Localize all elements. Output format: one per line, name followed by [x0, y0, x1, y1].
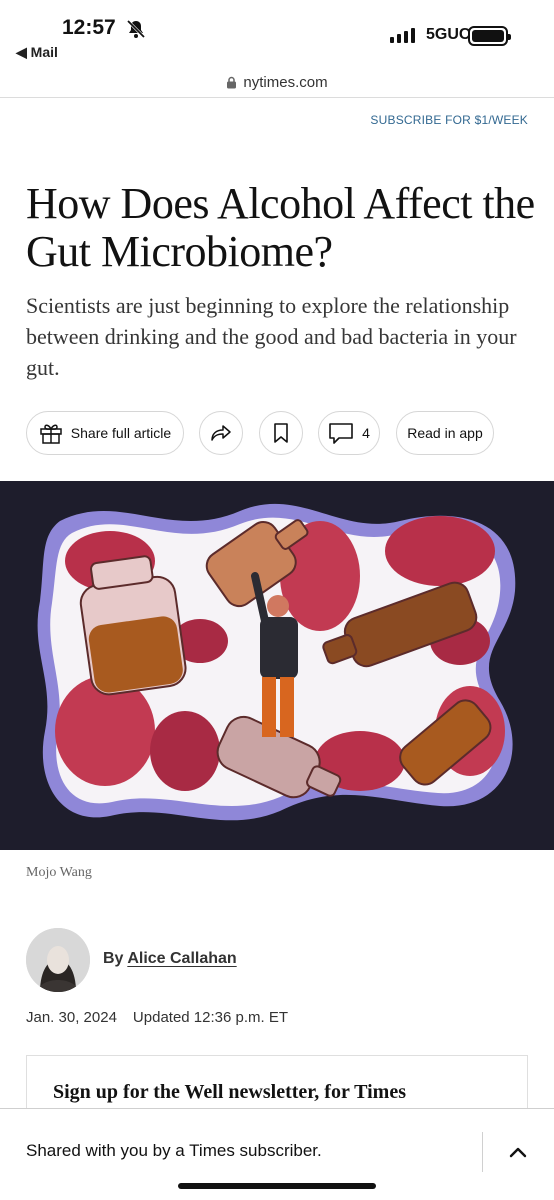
lock-icon [227, 76, 237, 88]
share-full-article-button[interactable]: Share full article [26, 411, 184, 455]
author-avatar[interactable] [26, 928, 90, 992]
network-type: 5GUC [426, 26, 471, 43]
bookmark-icon [274, 423, 288, 443]
article-illustration [0, 481, 554, 850]
url-text: nytimes.com [243, 73, 328, 91]
updated-time: Updated 12:36 p.m. ET [132, 1009, 289, 1026]
article-summary: Scientists are just beginning to explore… [26, 293, 517, 380]
comments-button[interactable]: 4 [318, 411, 380, 455]
back-to-mail-link[interactable]: ◀ Mail [16, 44, 58, 61]
author-link[interactable]: Alice Callahan [127, 950, 236, 967]
share-arrow-icon [211, 425, 231, 441]
address-bar[interactable]: nytimes.com [0, 66, 554, 98]
published-date: Jan. 30, 2024 [26, 1009, 117, 1026]
battery-icon [468, 26, 511, 46]
home-indicator [178, 1183, 376, 1189]
cellular-signal-icon [390, 28, 415, 43]
comments-count: 4 [362, 425, 370, 441]
comment-icon [329, 423, 353, 444]
divider [482, 1132, 483, 1172]
newsletter-title: Sign up for the Well newsletter, for Tim… [53, 1081, 406, 1103]
chevron-up-icon[interactable] [506, 1141, 530, 1165]
status-time: 12:57 [62, 16, 116, 39]
subscribe-link[interactable]: SUBSCRIBE FOR $1/WEEK [370, 113, 528, 127]
bell-slash-icon [126, 19, 146, 39]
share-button[interactable] [199, 411, 243, 455]
save-button[interactable] [259, 411, 303, 455]
read-in-app-label: Read in app [407, 425, 483, 441]
status-bar: 12:57 ◀ Mail 5GUC [0, 0, 554, 70]
article-headline: How Does Alcohol Affect the Gut Microbio… [26, 179, 535, 276]
gift-icon [40, 424, 62, 444]
shared-by-text: Shared with you by a Times subscriber. [26, 1141, 322, 1160]
byline: By Alice Callahan [103, 950, 237, 968]
divider [0, 97, 554, 98]
read-in-app-button[interactable]: Read in app [396, 411, 494, 455]
byline-prefix: By [103, 950, 124, 967]
image-credit: Mojo Wang [26, 865, 92, 880]
share-full-article-label: Share full article [70, 425, 172, 441]
dateline: Jan. 30, 2024 Updated 12:36 p.m. ET [26, 1009, 288, 1026]
